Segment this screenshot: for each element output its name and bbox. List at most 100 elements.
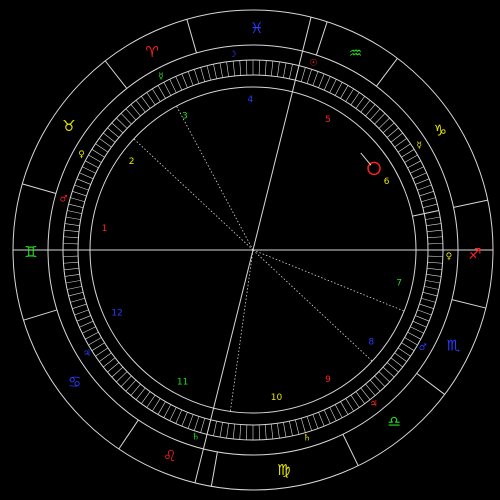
degree-tick xyxy=(91,342,105,351)
degree-tick xyxy=(427,243,443,245)
degree-tick xyxy=(394,352,407,362)
degree-tick xyxy=(146,394,156,408)
house-number: 6 xyxy=(384,177,390,187)
degree-tick xyxy=(365,104,376,117)
house-number: 1 xyxy=(102,224,108,234)
house-ruler-glyph: ☉ xyxy=(310,59,318,69)
degree-tick xyxy=(111,366,124,378)
sign-divider xyxy=(451,299,486,309)
degree-tick xyxy=(232,61,236,76)
degree-tick xyxy=(135,100,146,113)
degree-tick xyxy=(424,286,439,290)
sign-divider xyxy=(375,58,398,87)
degree-tick xyxy=(63,243,79,245)
degree-tick xyxy=(95,143,109,153)
house-number: 3 xyxy=(182,111,188,121)
degree-tick xyxy=(111,122,124,134)
degree-tick xyxy=(213,64,217,79)
degree-tick xyxy=(130,104,141,117)
degree-tick xyxy=(386,127,399,138)
degree-tick xyxy=(169,79,177,93)
astrology-chart-wheel: ♊♉♈♓♒♑♐♏♎♍♌♋123456789101112♂♀☿☽☉☿♀♂♃♄♄♃ xyxy=(12,9,494,491)
degree-tick xyxy=(374,375,386,387)
degree-tick xyxy=(187,414,194,429)
aspect-line xyxy=(133,138,254,251)
house-number: 5 xyxy=(325,115,331,125)
degree-tick xyxy=(200,418,206,433)
zodiac-sign-icon: ♑ xyxy=(434,122,447,140)
degree-tick xyxy=(120,375,132,387)
degree-tick xyxy=(407,160,421,169)
degree-tick xyxy=(103,357,116,368)
zodiac-sign-icon: ♒ xyxy=(349,44,362,62)
degree-tick xyxy=(390,132,403,143)
degree-tick xyxy=(82,166,96,174)
degree-tick xyxy=(64,223,80,226)
degree-tick xyxy=(390,357,403,368)
degree-tick xyxy=(350,92,360,106)
degree-tick xyxy=(426,274,442,277)
house-ruler-glyph: ♄ xyxy=(192,432,200,442)
degree-tick xyxy=(226,423,229,439)
zodiac-sign-icon: ♊ xyxy=(24,243,37,261)
house-ruler-glyph: ♃ xyxy=(370,399,378,409)
degree-tick xyxy=(63,255,79,257)
degree-tick xyxy=(350,394,360,408)
degree-tick xyxy=(355,391,365,404)
degree-tick xyxy=(258,424,260,440)
house-number: 7 xyxy=(396,279,402,289)
degree-tick xyxy=(427,236,443,239)
degree-tick xyxy=(152,398,161,412)
house-number: 12 xyxy=(111,308,122,318)
degree-tick xyxy=(130,383,141,396)
degree-tick xyxy=(194,416,200,431)
zodiac-sign-icon: ♈ xyxy=(145,43,158,61)
degree-tick xyxy=(135,387,146,400)
degree-tick xyxy=(157,85,166,99)
degree-tick xyxy=(163,82,172,96)
degree-tick xyxy=(425,216,441,220)
degree-tick xyxy=(283,422,287,438)
degree-tick xyxy=(95,347,109,357)
degree-tick xyxy=(417,184,432,191)
degree-tick xyxy=(369,108,381,121)
degree-tick xyxy=(175,409,183,424)
degree-tick xyxy=(283,62,287,78)
degree-tick xyxy=(85,331,99,340)
degree-tick xyxy=(404,154,418,163)
degree-tick xyxy=(323,409,331,424)
degree-tick xyxy=(64,267,79,271)
degree-tick xyxy=(169,407,177,421)
zodiac-sign-icon: ♏ xyxy=(447,337,461,355)
degree-tick xyxy=(99,138,112,148)
degree-tick xyxy=(355,96,365,109)
degree-tick xyxy=(404,337,418,346)
meridian-axis xyxy=(194,249,254,483)
degree-tick xyxy=(340,85,349,99)
degree-tick xyxy=(410,166,424,174)
degree-tick xyxy=(141,391,151,404)
degree-tick xyxy=(422,203,438,208)
degree-tick xyxy=(264,424,267,440)
degree-tick xyxy=(120,113,132,125)
zodiac-sign-icon: ♎ xyxy=(387,412,400,430)
degree-tick xyxy=(85,160,99,169)
degree-tick xyxy=(76,178,91,185)
degree-tick xyxy=(74,184,89,191)
degree-tick xyxy=(107,127,120,138)
degree-tick xyxy=(289,421,293,436)
degree-tick xyxy=(116,117,128,129)
zodiac-sign-icon: ♐ xyxy=(468,245,481,263)
degree-tick xyxy=(239,60,242,76)
degree-tick xyxy=(394,138,407,148)
degree-tick xyxy=(397,143,411,153)
house-ruler-glyph: ♀ xyxy=(78,150,85,160)
house-ruler-glyph: ♂ xyxy=(419,343,427,353)
house-ruler-glyph: ♄ xyxy=(303,433,311,443)
degree-tick xyxy=(116,371,128,383)
degree-tick xyxy=(70,297,85,303)
degree-tick xyxy=(72,191,87,197)
degree-tick xyxy=(246,424,248,440)
degree-tick xyxy=(76,315,91,322)
degree-tick xyxy=(334,404,343,418)
